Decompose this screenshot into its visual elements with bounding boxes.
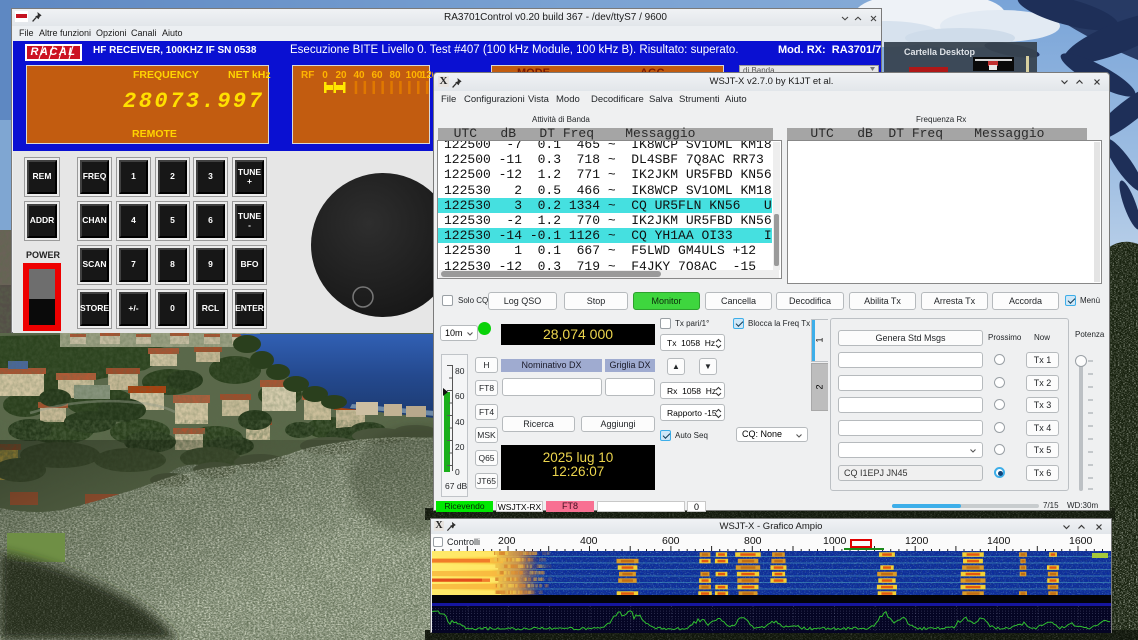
svg-text:RF: RF xyxy=(301,70,314,80)
svg-text:120: 120 xyxy=(421,70,433,80)
svg-text:0: 0 xyxy=(322,70,328,80)
svg-text:40: 40 xyxy=(353,70,365,80)
svg-text:20: 20 xyxy=(335,70,347,80)
svg-text:80: 80 xyxy=(389,70,401,80)
svg-text:60: 60 xyxy=(371,70,383,80)
